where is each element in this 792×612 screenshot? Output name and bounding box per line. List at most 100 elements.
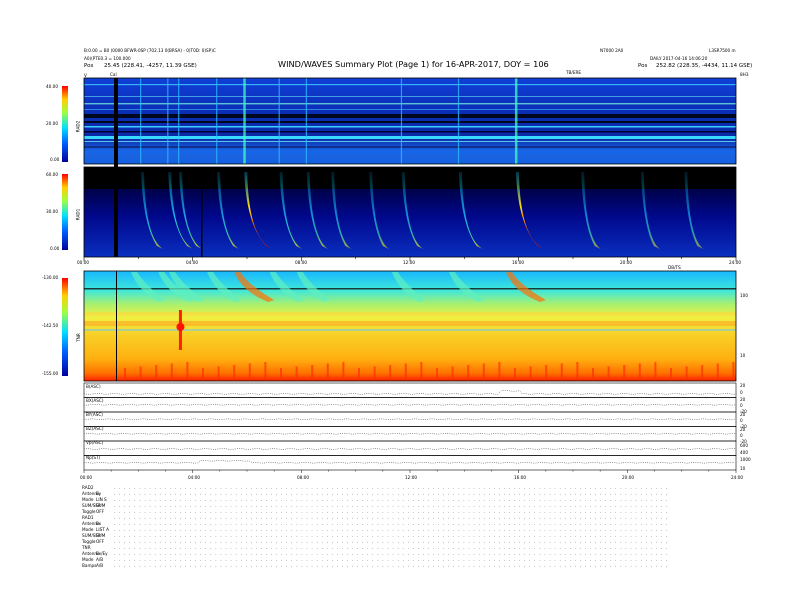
rad2-tick-bottom: 0.00 — [50, 157, 60, 162]
rad2-burst — [178, 78, 180, 164]
mag-vp-tick-2: 400 — [740, 450, 748, 455]
tnr-noise — [217, 366, 220, 381]
tnr-tick-mid: -142.50 — [42, 323, 59, 328]
rad2-burst — [216, 78, 218, 164]
tnr-noise — [592, 368, 594, 381]
rad1-label: RAD1 — [75, 208, 81, 221]
status-row-fill: . . . . . . . . . . . . . . . . . . . . … — [114, 563, 669, 568]
status-row-fill: . . . . . . . . . . . . . . . . . . . . … — [114, 533, 669, 538]
status-row-value: Ey — [96, 491, 102, 496]
mag-trace — [83, 433, 736, 435]
status-row-label: RAD2 — [82, 485, 94, 490]
rad-xtick-0: 00:00 — [77, 260, 90, 265]
tnr-noise — [607, 366, 610, 381]
mag-panel-frame — [83, 455, 737, 471]
tnr-noise — [342, 362, 345, 381]
status-row-fill: . . . . . . . . . . . . . . . . . . . . … — [114, 551, 669, 556]
mag-np-tick-1: 1000 — [740, 457, 751, 462]
mag-by-tick-2: 0 — [740, 418, 743, 423]
mag-xtick-4: 16:00 — [514, 475, 527, 480]
mag-panel-frame — [83, 382, 737, 398]
mag-label-bz: BZ(ASC) — [86, 426, 104, 431]
mag-b-tick-1: 20 — [740, 383, 746, 388]
status-row-label: Mode — [82, 497, 94, 502]
status-table: RAD2 . . . . . . . . . . . . . . . . . . … — [82, 485, 742, 571]
tnr-noise — [451, 366, 454, 381]
data-gap — [201, 167, 203, 257]
tnr-noise — [716, 363, 719, 381]
status-row-fill: . . . . . . . . . . . . . . . . . . . . … — [114, 545, 669, 550]
cal-line — [116, 271, 117, 381]
rad-xtick-3: 12:00 — [403, 260, 416, 265]
rad2-burst — [400, 78, 403, 164]
status-row-value: A/B — [96, 563, 104, 568]
mag-bz-tick-2: 0 — [740, 433, 743, 438]
mag-b-tick-2: 0 — [740, 390, 743, 395]
mag-label-np: Np(ST) — [86, 455, 101, 460]
tnr-noise — [701, 365, 704, 381]
cal-gap — [114, 78, 118, 257]
tnr-tick-bottom: -155.00 — [42, 371, 59, 376]
tnr-noise — [373, 366, 376, 381]
rad-xtick-1: 04:00 — [186, 260, 199, 265]
mag-bx-tick-2: 0 — [740, 403, 743, 408]
rad1-colorbar — [62, 174, 68, 250]
rad-xtick-2: 08:00 — [295, 260, 308, 265]
magnetometer-panels — [83, 382, 737, 473]
tnr-noise — [295, 366, 298, 381]
status-row-value: OFF — [96, 539, 105, 544]
tnr-noise — [576, 362, 579, 381]
tnr-noise — [654, 362, 657, 381]
tnr-right-tick-10: 10 — [740, 353, 746, 358]
mag-label-by: BY(ASC) — [86, 412, 103, 417]
mag-by-tick-1: 20 — [740, 412, 746, 417]
rad2-burst — [278, 78, 280, 164]
tnr-noise — [139, 366, 142, 381]
mag-trace — [83, 418, 736, 420]
status-row-value: SUM — [96, 533, 106, 538]
tnr-spike-core — [176, 323, 185, 331]
tnr-noise — [326, 363, 329, 381]
status-row-label: Toggle — [82, 509, 96, 514]
tnr-noise — [732, 362, 735, 381]
mag-label-bx: BX(ASC) — [86, 398, 104, 403]
tnr-noise — [404, 363, 407, 381]
status-row-fill: . . . . . . . . . . . . . . . . . . . . … — [114, 503, 669, 508]
status-row-value: Ex — [96, 521, 102, 526]
rad2-burst — [140, 78, 142, 164]
rad2-tick-mid: 20.00 — [46, 121, 58, 126]
tnr-noise — [514, 368, 516, 381]
status-row-label: Bamps — [82, 563, 97, 568]
x-axis-tag: DB/TS — [668, 265, 681, 270]
tnr-noise — [436, 368, 438, 381]
mag-vp-tick-1: 600 — [740, 443, 748, 448]
tnr-noise — [670, 368, 672, 381]
rad2-panel — [84, 78, 736, 164]
tnr-right-tick-100: 100 — [740, 293, 748, 298]
status-row-fill: . . . . . . . . . . . . . . . . . . . . … — [114, 509, 669, 514]
status-row-label: Toggle — [82, 539, 96, 544]
rad2-label: RAD2 — [75, 120, 81, 133]
tnr-noise — [420, 362, 423, 381]
mag-trace — [83, 460, 736, 464]
tnr-noise — [202, 368, 204, 381]
tnr-noise — [124, 368, 126, 381]
status-row-fill: . . . . . . . . . . . . . . . . . . . . … — [114, 521, 669, 526]
status-row-value: LIN S — [96, 497, 107, 502]
mag-xtick-5: 20:00 — [622, 475, 635, 480]
status-row-fill: . . . . . . . . . . . . . . . . . . . . … — [114, 515, 669, 520]
status-row-label: RAD1 — [82, 515, 94, 520]
mag-panel-frame — [83, 397, 737, 413]
mag-label-b: B(ASC) — [86, 384, 101, 389]
mag-xtick-0: 00:00 — [80, 475, 93, 480]
status-row-fill: . . . . . . . . . . . . . . . . . . . . … — [114, 539, 669, 544]
status-row-label: Mode — [82, 527, 94, 532]
status-row-fill: . . . . . . . . . . . . . . . . . . . . … — [114, 485, 669, 490]
status-row-label: Mode — [82, 557, 94, 562]
rad1-tick-bottom: 0.00 — [50, 246, 60, 251]
rad2-colorbar — [62, 86, 68, 162]
tnr-noise — [248, 363, 251, 381]
mag-xtick-2: 08:00 — [297, 475, 310, 480]
rad1-tick-top: 60.00 — [46, 172, 58, 177]
tnr-noise — [560, 363, 563, 381]
